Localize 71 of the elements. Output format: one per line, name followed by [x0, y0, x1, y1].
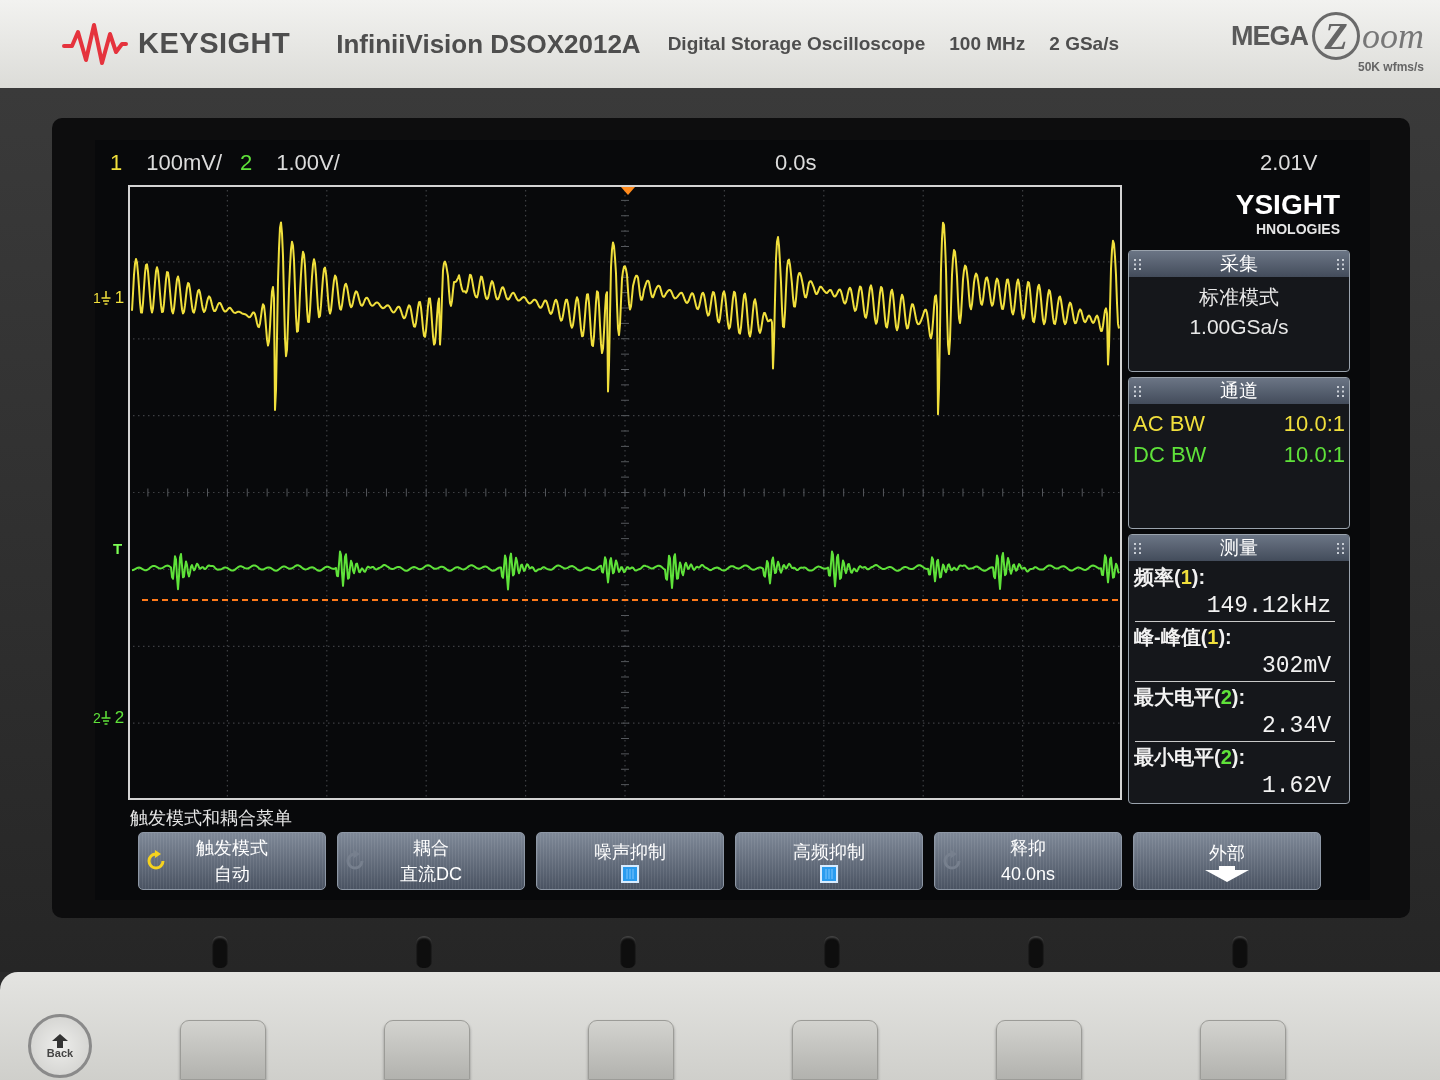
trigger-level-text: 2.01V	[1260, 149, 1318, 177]
measurement-label: 最大电平(2):	[1133, 685, 1247, 710]
probe-ratio-text: 10.0:1	[1283, 441, 1345, 469]
marker-label: 2	[114, 709, 125, 726]
hardware-key[interactable]	[588, 1020, 674, 1080]
grip-icon	[1134, 385, 1141, 397]
probe-ratio-text: 10.0:1	[1283, 410, 1345, 438]
time-delay-text: 0.0s	[775, 150, 817, 175]
measurement-value: 149.12kHz	[1205, 592, 1332, 621]
grip-icon	[1337, 258, 1344, 270]
panel-title: 测量	[1219, 535, 1259, 560]
slot-icon	[620, 936, 636, 968]
scale-text: 100mV/	[146, 149, 223, 177]
bandwidth-text: 100 MHz	[949, 31, 1026, 56]
acquisition-mode-text: 标准模式	[1199, 285, 1279, 310]
channel-number: 1	[110, 149, 123, 177]
softkey-button[interactable]: 外部	[1133, 832, 1321, 890]
trigger-marker: T	[113, 541, 123, 556]
slot-icon	[212, 936, 228, 968]
triangle-marker-icon	[621, 187, 635, 195]
description-text: Digital Storage Oscilloscope	[667, 31, 926, 56]
coupling-text: DC BW	[1133, 441, 1207, 469]
scale-text: 1.00V/	[276, 149, 340, 177]
hardware-key[interactable]	[180, 1020, 266, 1080]
measurement-value: 1.62V	[1261, 772, 1332, 801]
ground-icon	[100, 290, 111, 305]
measurement-label: 峰-峰值(1):	[1133, 625, 1233, 650]
logo-text: HNOLOGIES	[1255, 222, 1340, 236]
menu-title: 触发模式和耦合菜单	[130, 808, 292, 828]
panel-title: 通道	[1219, 378, 1259, 403]
logo-text: MEGA	[1231, 19, 1308, 53]
waveform-rate-text: 50K wfms/s	[1357, 59, 1424, 76]
logo-text: YSIGHT	[1234, 191, 1340, 219]
grip-icon	[1134, 542, 1141, 554]
slot-icon	[824, 936, 840, 968]
slot-icon	[1232, 936, 1248, 968]
softkey-button[interactable]: 释抑 40.0ns	[934, 832, 1122, 890]
coupling-text: AC BW	[1133, 410, 1206, 438]
marker-label: 1	[93, 290, 101, 305]
marker-label: 2	[93, 710, 101, 725]
model-name: InfiniiVision DSOX2012A	[336, 27, 641, 61]
softkey-button[interactable]: 耦合 直流DC	[337, 832, 525, 890]
logo-text: oom	[1362, 18, 1424, 54]
softkey-button[interactable]: 触发模式 自动	[138, 832, 326, 890]
channel-number: 2	[240, 149, 253, 177]
grip-icon	[1134, 258, 1141, 270]
sample-rate-text: 2 GSa/s	[1049, 31, 1119, 56]
grip-icon	[1337, 542, 1344, 554]
measurement-label: 频率(1):	[1133, 565, 1207, 590]
hardware-key[interactable]	[792, 1020, 878, 1080]
sample-rate-text: 1.00GSa/s	[1189, 314, 1289, 340]
softkey-button[interactable]: 噪声抑制	[536, 832, 724, 890]
back-button[interactable]: Back	[28, 1014, 92, 1078]
softkey-button[interactable]: 高频抑制	[735, 832, 923, 890]
hardware-key[interactable]	[384, 1020, 470, 1080]
measurement-label: 最小电平(2):	[1133, 745, 1247, 770]
brand-name: KEYSIGHT	[138, 26, 291, 62]
hardware-key[interactable]	[1200, 1020, 1286, 1080]
marker-label: 1	[114, 289, 125, 306]
slot-icon	[1028, 936, 1044, 968]
slot-icon	[416, 936, 432, 968]
measurement-value: 302mV	[1261, 652, 1332, 681]
ground-icon	[100, 710, 111, 725]
down-arrow-icon	[1205, 866, 1249, 883]
up-arrow-icon	[52, 1033, 68, 1048]
logo-letter: Z	[1312, 12, 1360, 60]
grip-icon	[1337, 385, 1344, 397]
waveform-logo-icon	[62, 22, 128, 66]
panel-title: 采集	[1219, 251, 1259, 276]
hardware-key[interactable]	[996, 1020, 1082, 1080]
measurement-value: 2.34V	[1261, 712, 1332, 741]
